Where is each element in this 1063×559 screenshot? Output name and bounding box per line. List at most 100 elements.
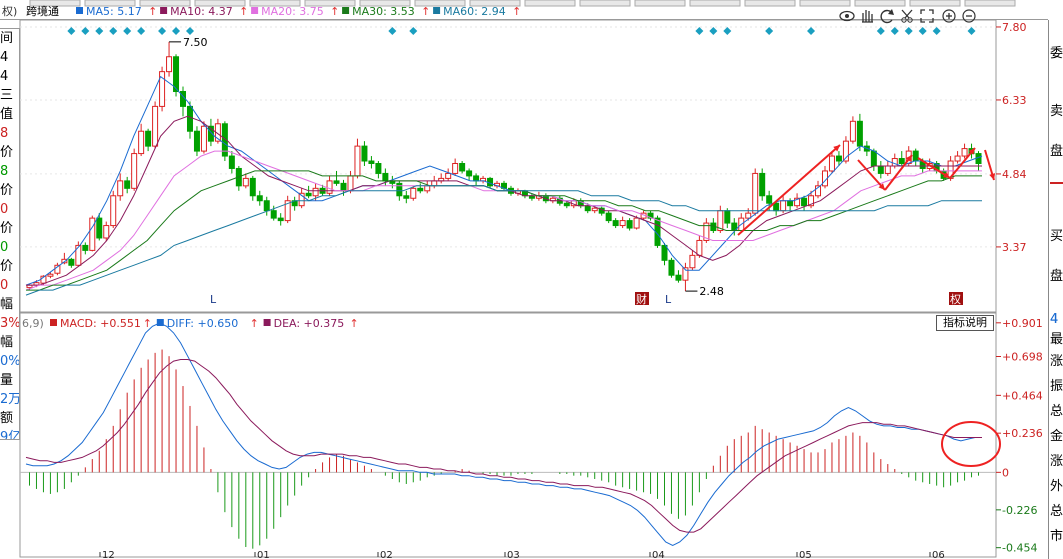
- macd-legend-value: DEA: +0.375: [274, 317, 345, 330]
- candle-down: [68, 258, 75, 266]
- quote-info-item: 幅: [0, 335, 14, 350]
- stock-name: 跨境通: [26, 4, 59, 18]
- candle-down: [368, 160, 375, 165]
- candle-up: [89, 217, 96, 251]
- macd-axis-label: +0.698: [1002, 351, 1043, 364]
- candle-down: [375, 163, 382, 174]
- candle-down: [403, 195, 410, 199]
- macd-params-label: 6,9): [22, 317, 44, 330]
- quote-info-item: 幅: [0, 297, 14, 312]
- candle-down: [277, 217, 284, 222]
- candle-down: [912, 150, 919, 162]
- candle-down: [584, 205, 591, 212]
- candle-up: [200, 125, 207, 152]
- month-label: 02: [380, 550, 393, 559]
- candle-down: [856, 120, 863, 147]
- candle-up: [117, 180, 124, 197]
- candle-up: [445, 172, 452, 179]
- candle-down: [612, 220, 619, 227]
- event-letter: L: [210, 293, 217, 306]
- candle-down: [396, 182, 403, 197]
- candle-down: [766, 195, 773, 204]
- period-tab[interactable]: [744, 0, 796, 7]
- candle-up: [47, 273, 54, 277]
- quote-info-item: 价: [0, 259, 14, 274]
- candle-down: [228, 155, 235, 169]
- candle-down: [305, 192, 312, 197]
- candle-down: [675, 274, 682, 281]
- candle-down: [263, 200, 270, 212]
- candle-up: [633, 217, 640, 229]
- candle-up: [326, 180, 333, 194]
- candle-down: [898, 158, 905, 165]
- indicator-help-button[interactable]: 指标说明: [936, 315, 994, 331]
- candle-up: [131, 153, 138, 189]
- ma-legend-arrow: ↑: [239, 5, 248, 18]
- month-label: 01: [257, 550, 270, 559]
- high-price-label: 7.50: [183, 36, 208, 49]
- candle-up: [752, 172, 759, 214]
- candle-up: [884, 165, 891, 174]
- quote-info-item: 2万: [0, 392, 20, 407]
- candle-up: [103, 225, 110, 239]
- candle-down: [186, 105, 193, 132]
- eye-pupil: [845, 14, 849, 18]
- candle-down: [466, 170, 473, 177]
- macd-legend-arrow: ↑: [250, 317, 259, 330]
- order-book-panel: 委卖盘4买盘4最涨振总金涨外总市: [1048, 20, 1063, 559]
- period-tab[interactable]: [964, 0, 1016, 7]
- quote-info-item: 0: [0, 240, 9, 255]
- order-book-item: 涨: [1050, 354, 1063, 369]
- candle-down: [563, 202, 570, 207]
- candle-down: [333, 180, 340, 184]
- period-tab[interactable]: [579, 0, 631, 7]
- ma-legend-arrow: ↑: [421, 5, 430, 18]
- order-book-item: 委: [1050, 46, 1063, 61]
- price-axis-label: 6.33: [1002, 94, 1027, 107]
- price-axis-label: 7.80: [1002, 21, 1027, 34]
- event-badge-label: 权: [950, 293, 961, 306]
- candle-up: [961, 148, 968, 157]
- price-marker: [1050, 182, 1063, 184]
- order-book-item: 买: [1050, 229, 1063, 244]
- ma-legend-value: MA5: 5.17: [86, 5, 142, 18]
- month-label: 12: [102, 550, 115, 559]
- stock-chart-window: 7.80 6.33 4.84 3.37 +0.901 +0.698 +0.464 +0.236…: [0, 0, 1063, 559]
- quote-info-item: 值: [0, 107, 14, 122]
- candle-down: [256, 195, 263, 202]
- period-tab[interactable]: [689, 0, 741, 7]
- candle-down: [96, 217, 103, 239]
- quote-info-item: 0: [0, 278, 9, 293]
- period-tab[interactable]: [909, 0, 961, 7]
- quote-info-item: 额: [0, 411, 14, 426]
- stock-chart[interactable]: 7.80 6.33 4.84 3.37 +0.901 +0.698 +0.464 +0.236…: [0, 0, 1063, 559]
- candle-up: [242, 177, 249, 187]
- order-book-item: 振: [1050, 379, 1063, 394]
- candle-down: [417, 187, 424, 192]
- candle-up: [591, 207, 598, 212]
- price-axis-label: 3.37: [1002, 241, 1027, 254]
- quote-info-item: 0%: [0, 354, 20, 369]
- candle-down: [801, 197, 808, 207]
- candle-down: [270, 210, 277, 219]
- candle-up: [828, 155, 835, 172]
- period-tab[interactable]: [524, 0, 576, 7]
- order-book-item: 外: [1050, 479, 1063, 494]
- quote-info-item: 4: [0, 50, 9, 65]
- period-tab[interactable]: [634, 0, 686, 7]
- ma-legend-value: MA20: 3.75: [261, 5, 324, 18]
- candle-up: [166, 56, 173, 73]
- month-label: 03: [507, 550, 520, 559]
- event-badge-label: 财: [636, 292, 647, 306]
- candle-up: [410, 187, 417, 199]
- order-book-item: 盘: [1050, 269, 1063, 284]
- macd-legend-arrow: ↑: [143, 317, 152, 330]
- candle-up: [891, 158, 898, 167]
- candle-up: [619, 220, 626, 227]
- candle-up: [431, 180, 438, 187]
- period-tab[interactable]: [854, 0, 906, 7]
- order-book-item: 卖: [1050, 104, 1063, 119]
- ma-legend-swatch: [433, 7, 441, 14]
- period-tab[interactable]: [799, 0, 851, 7]
- month-label: 05: [799, 550, 812, 559]
